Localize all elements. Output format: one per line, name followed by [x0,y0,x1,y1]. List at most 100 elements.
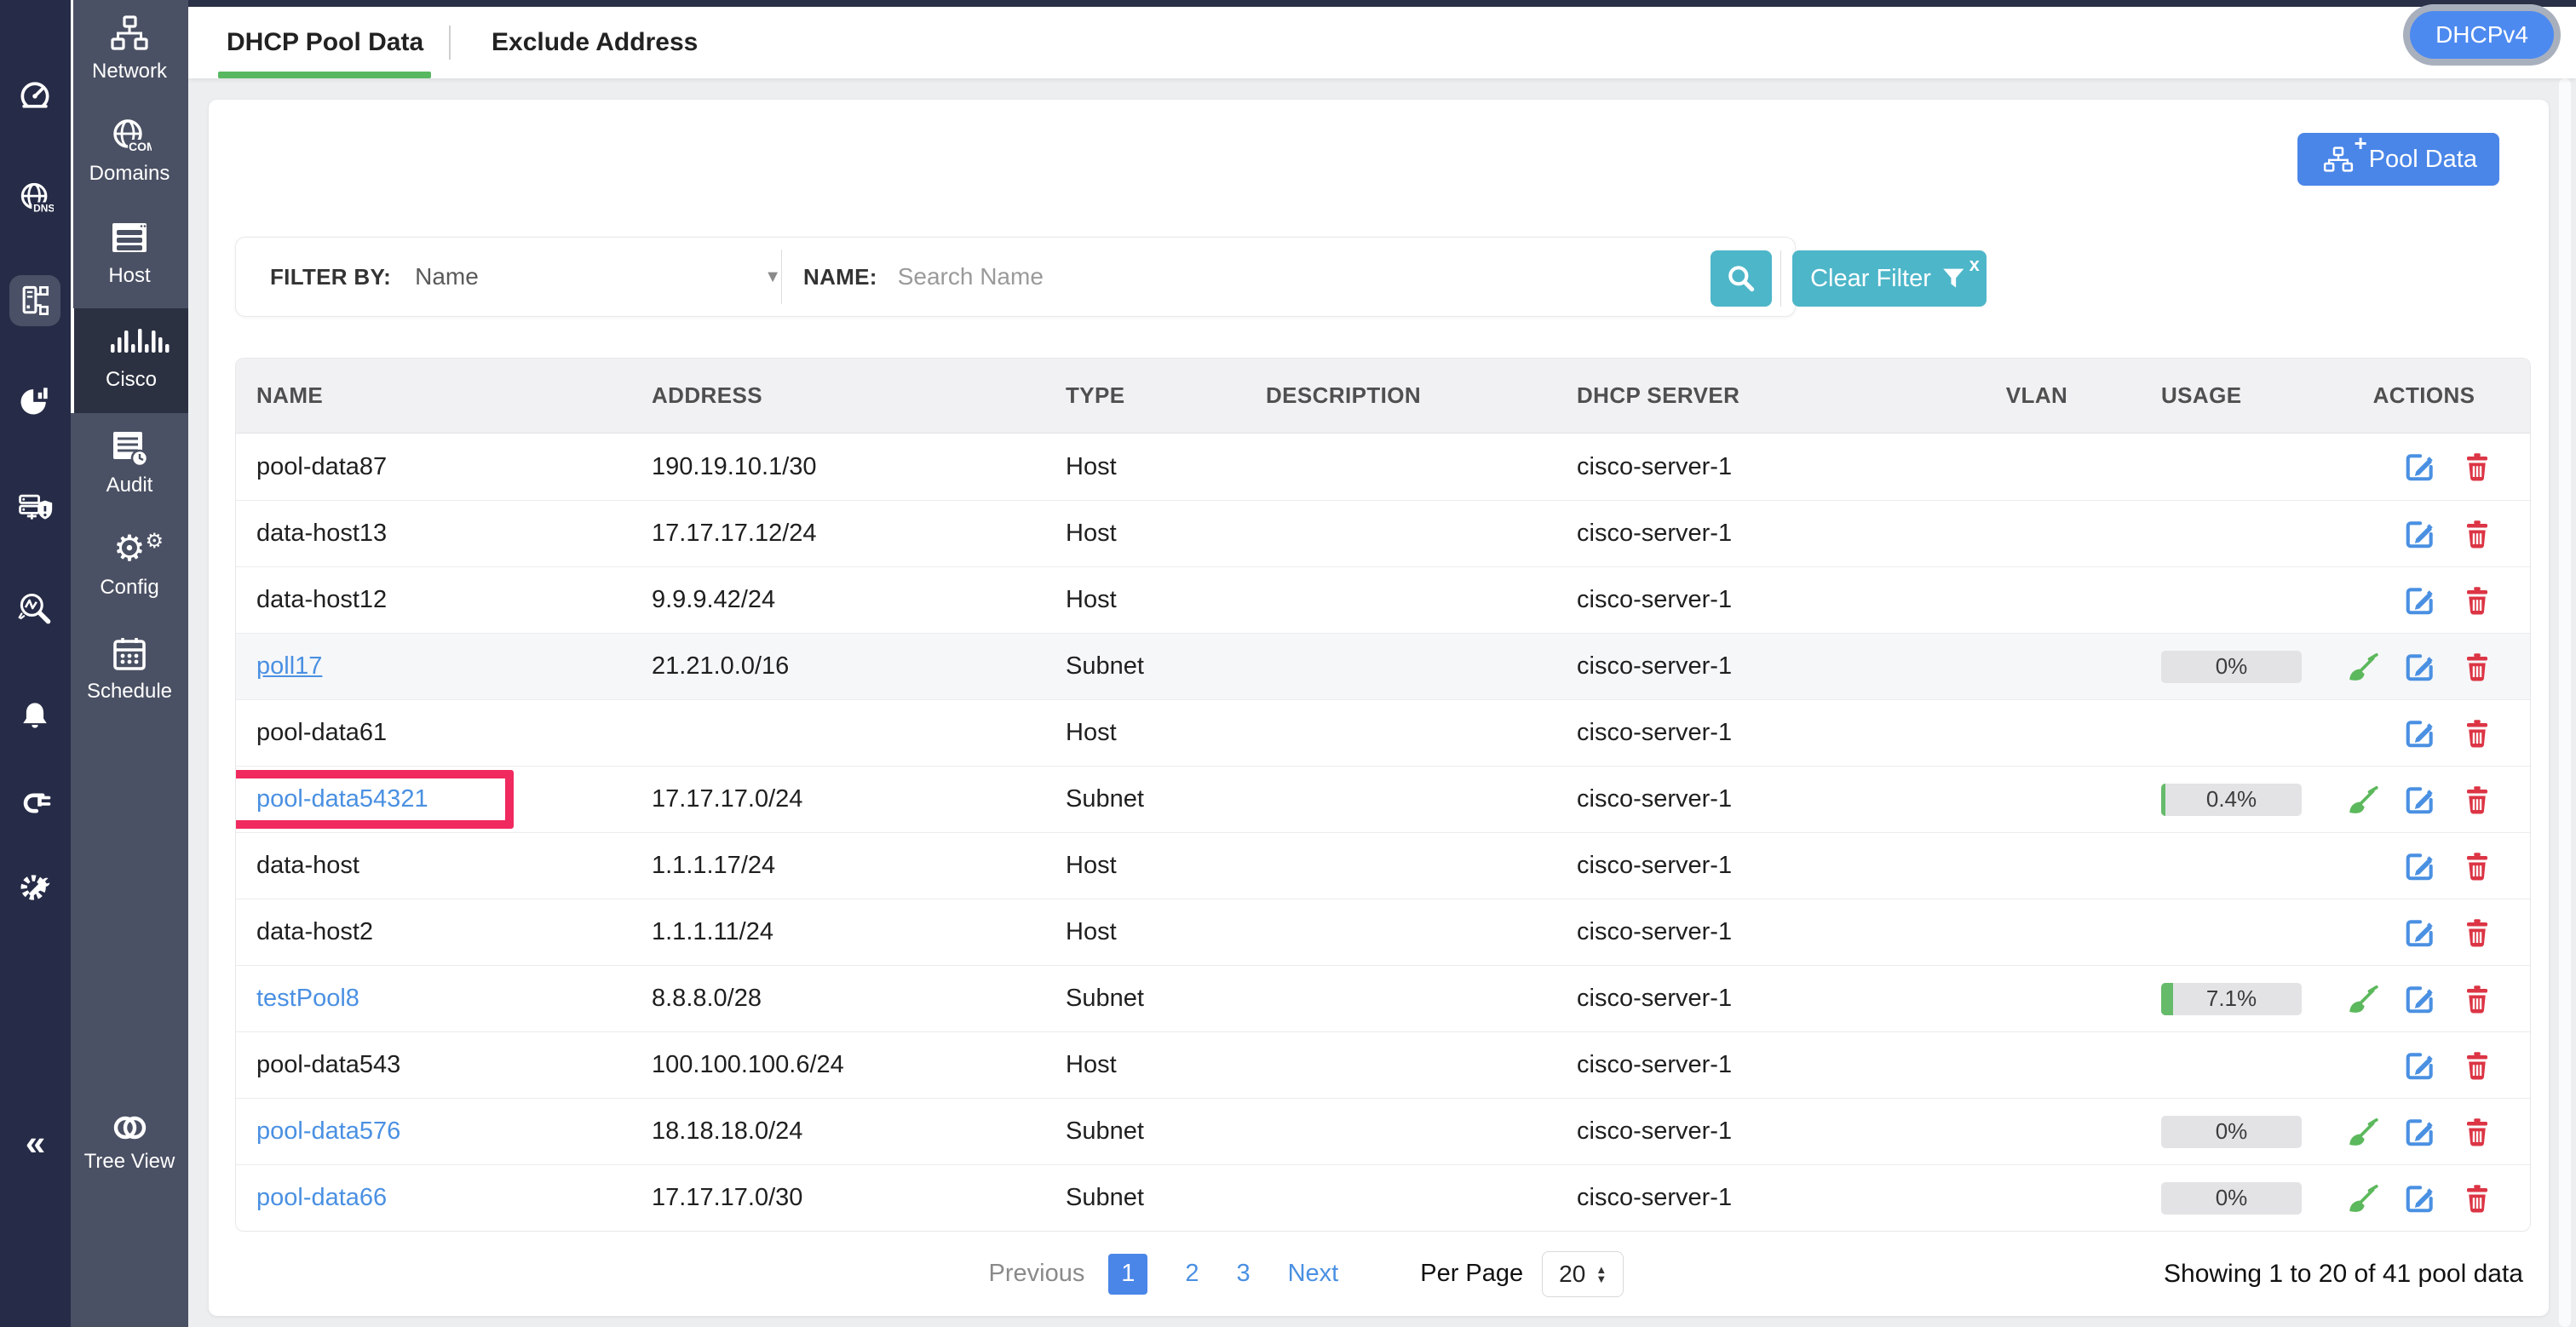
delete-action-button[interactable] [2460,517,2494,551]
add-pool-data-button[interactable]: + Pool Data [2297,133,2499,186]
pool-name-link[interactable]: pool-data54321 [256,785,428,813]
server-alert-icon[interactable] [14,486,55,527]
pool-name-link[interactable]: poll17 [256,652,322,681]
previous-page-link[interactable]: Previous [989,1260,1085,1288]
usage-bar: 0% [2161,1116,2302,1148]
filter-by-select[interactable]: Name [415,263,479,290]
delete-action-button[interactable] [2460,783,2494,817]
search-insight-icon[interactable] [14,589,55,629]
treeview-icon [107,1111,152,1145]
broom-action-button[interactable] [2346,783,2380,817]
delete-icon [2462,451,2493,483]
icon-rail: DNS « [0,0,71,1327]
search-button[interactable] [1711,250,1772,307]
nav-item-tree-view[interactable]: Tree View [71,1111,188,1174]
edit-action-button[interactable] [2403,650,2437,684]
cell-actions [2318,1099,2530,1164]
next-page-link[interactable]: Next [1288,1260,1339,1288]
delete-icon [2462,983,2493,1015]
nav-item-schedule[interactable]: Schedule [71,634,188,704]
dhcpv4-toggle-button[interactable]: DHCPv4 [2410,11,2554,59]
edit-action-button[interactable] [2403,583,2437,618]
chevron-down-icon[interactable]: ▼ [764,267,781,287]
pool-name-link[interactable]: pool-data576 [256,1117,400,1146]
broom-action-button[interactable] [2346,1115,2380,1149]
edit-action-button[interactable] [2403,517,2437,551]
plugin-icon[interactable] [14,783,55,824]
delete-action-button[interactable] [2460,716,2494,750]
nav-item-cisco[interactable]: Cisco [71,308,188,413]
cell-address: 8.8.8.0/28 [631,966,1045,1031]
usage-percent-label: 0% [2216,1118,2248,1145]
host-tree-icon-active-bg[interactable] [9,275,60,326]
delete-action-button[interactable] [2460,1048,2494,1083]
usage-bar: 0% [2161,651,2302,683]
edit-icon [2404,916,2436,949]
col-header-actions: ACTIONS [2318,359,2530,433]
notifications-bell-icon[interactable] [14,695,55,736]
cell-actions [2318,966,2530,1031]
reports-pie-icon[interactable] [14,380,55,421]
delete-action-button[interactable] [2460,1181,2494,1215]
nav-item-host[interactable]: Host [71,218,188,288]
clear-filter-icon: x [1940,264,1969,293]
delete-icon [2462,784,2493,816]
delete-action-button[interactable] [2460,1115,2494,1149]
edit-action-button[interactable] [2403,916,2437,950]
broom-action-button[interactable] [2346,650,2380,684]
delete-icon [2462,850,2493,882]
edit-action-button[interactable] [2403,783,2437,817]
nav-item-network[interactable]: Network [71,14,188,83]
delete-action-button[interactable] [2460,450,2494,484]
collapse-sidebar-icon[interactable]: « [0,1123,71,1163]
delete-action-button[interactable] [2460,916,2494,950]
broom-action-button[interactable] [2346,982,2380,1016]
nav-item-audit[interactable]: Audit [71,428,188,497]
pool-name-text: data-host2 [256,918,373,946]
cell-usage [2113,567,2318,633]
tab-exclude-address[interactable]: Exclude Address [492,7,698,78]
clear-filter-button[interactable]: Clear Filter x [1792,250,1987,307]
page-2-link[interactable]: 2 [1185,1260,1199,1288]
page-1-button[interactable]: 1 [1108,1254,1147,1295]
edit-action-button[interactable] [2403,716,2437,750]
cell-vlan [1960,700,2113,766]
edit-action-button[interactable] [2403,1115,2437,1149]
dashboard-gauge-icon[interactable] [14,75,55,116]
cell-vlan [1960,567,2113,633]
edit-action-button[interactable] [2403,982,2437,1016]
page-3-link[interactable]: 3 [1236,1260,1250,1288]
edit-action-button[interactable] [2403,1181,2437,1215]
edit-action-button[interactable] [2403,1048,2437,1083]
tab-dhcp-pool-data[interactable]: DHCP Pool Data [227,7,423,78]
col-header-dhcp-server: DHCP SERVER [1556,359,1960,433]
delete-action-button[interactable] [2460,650,2494,684]
edit-icon [2404,717,2436,750]
cell-dhcp-server: cisco-server-1 [1556,1165,1960,1231]
scrollbar-track[interactable] [2559,78,2571,1327]
col-header-vlan: VLAN [1960,359,2113,433]
cell-name: testPool8 [236,966,631,1031]
delete-icon [2462,1049,2493,1082]
usage-bar: 0% [2161,1182,2302,1215]
per-page-select[interactable]: 20 ▲▼ [1542,1251,1624,1297]
broom-action-button[interactable] [2346,1181,2380,1215]
delete-action-button[interactable] [2460,583,2494,618]
delete-action-button[interactable] [2460,849,2494,883]
nav-item-domains[interactable]: COM Domains [71,116,188,186]
nav-item-config[interactable]: ⚙⚙ Config [71,530,188,600]
delete-icon [2462,717,2493,750]
delete-action-button[interactable] [2460,982,2494,1016]
pool-name-link[interactable]: testPool8 [256,985,359,1013]
usage-fill [2161,983,2173,1015]
edit-action-button[interactable] [2403,450,2437,484]
cell-name: poll17 [236,634,631,699]
cell-description [1245,1032,1556,1098]
dns-globe-icon[interactable]: DNS [14,177,55,218]
admin-tools-icon[interactable] [14,867,55,908]
edit-action-button[interactable] [2403,849,2437,883]
pool-name-link[interactable]: pool-data66 [256,1184,387,1212]
cell-dhcp-server: cisco-server-1 [1556,434,1960,500]
search-name-input[interactable] [898,263,1426,290]
table-body: pool-data87190.19.10.1/30Hostcisco-serve… [236,434,2530,1231]
